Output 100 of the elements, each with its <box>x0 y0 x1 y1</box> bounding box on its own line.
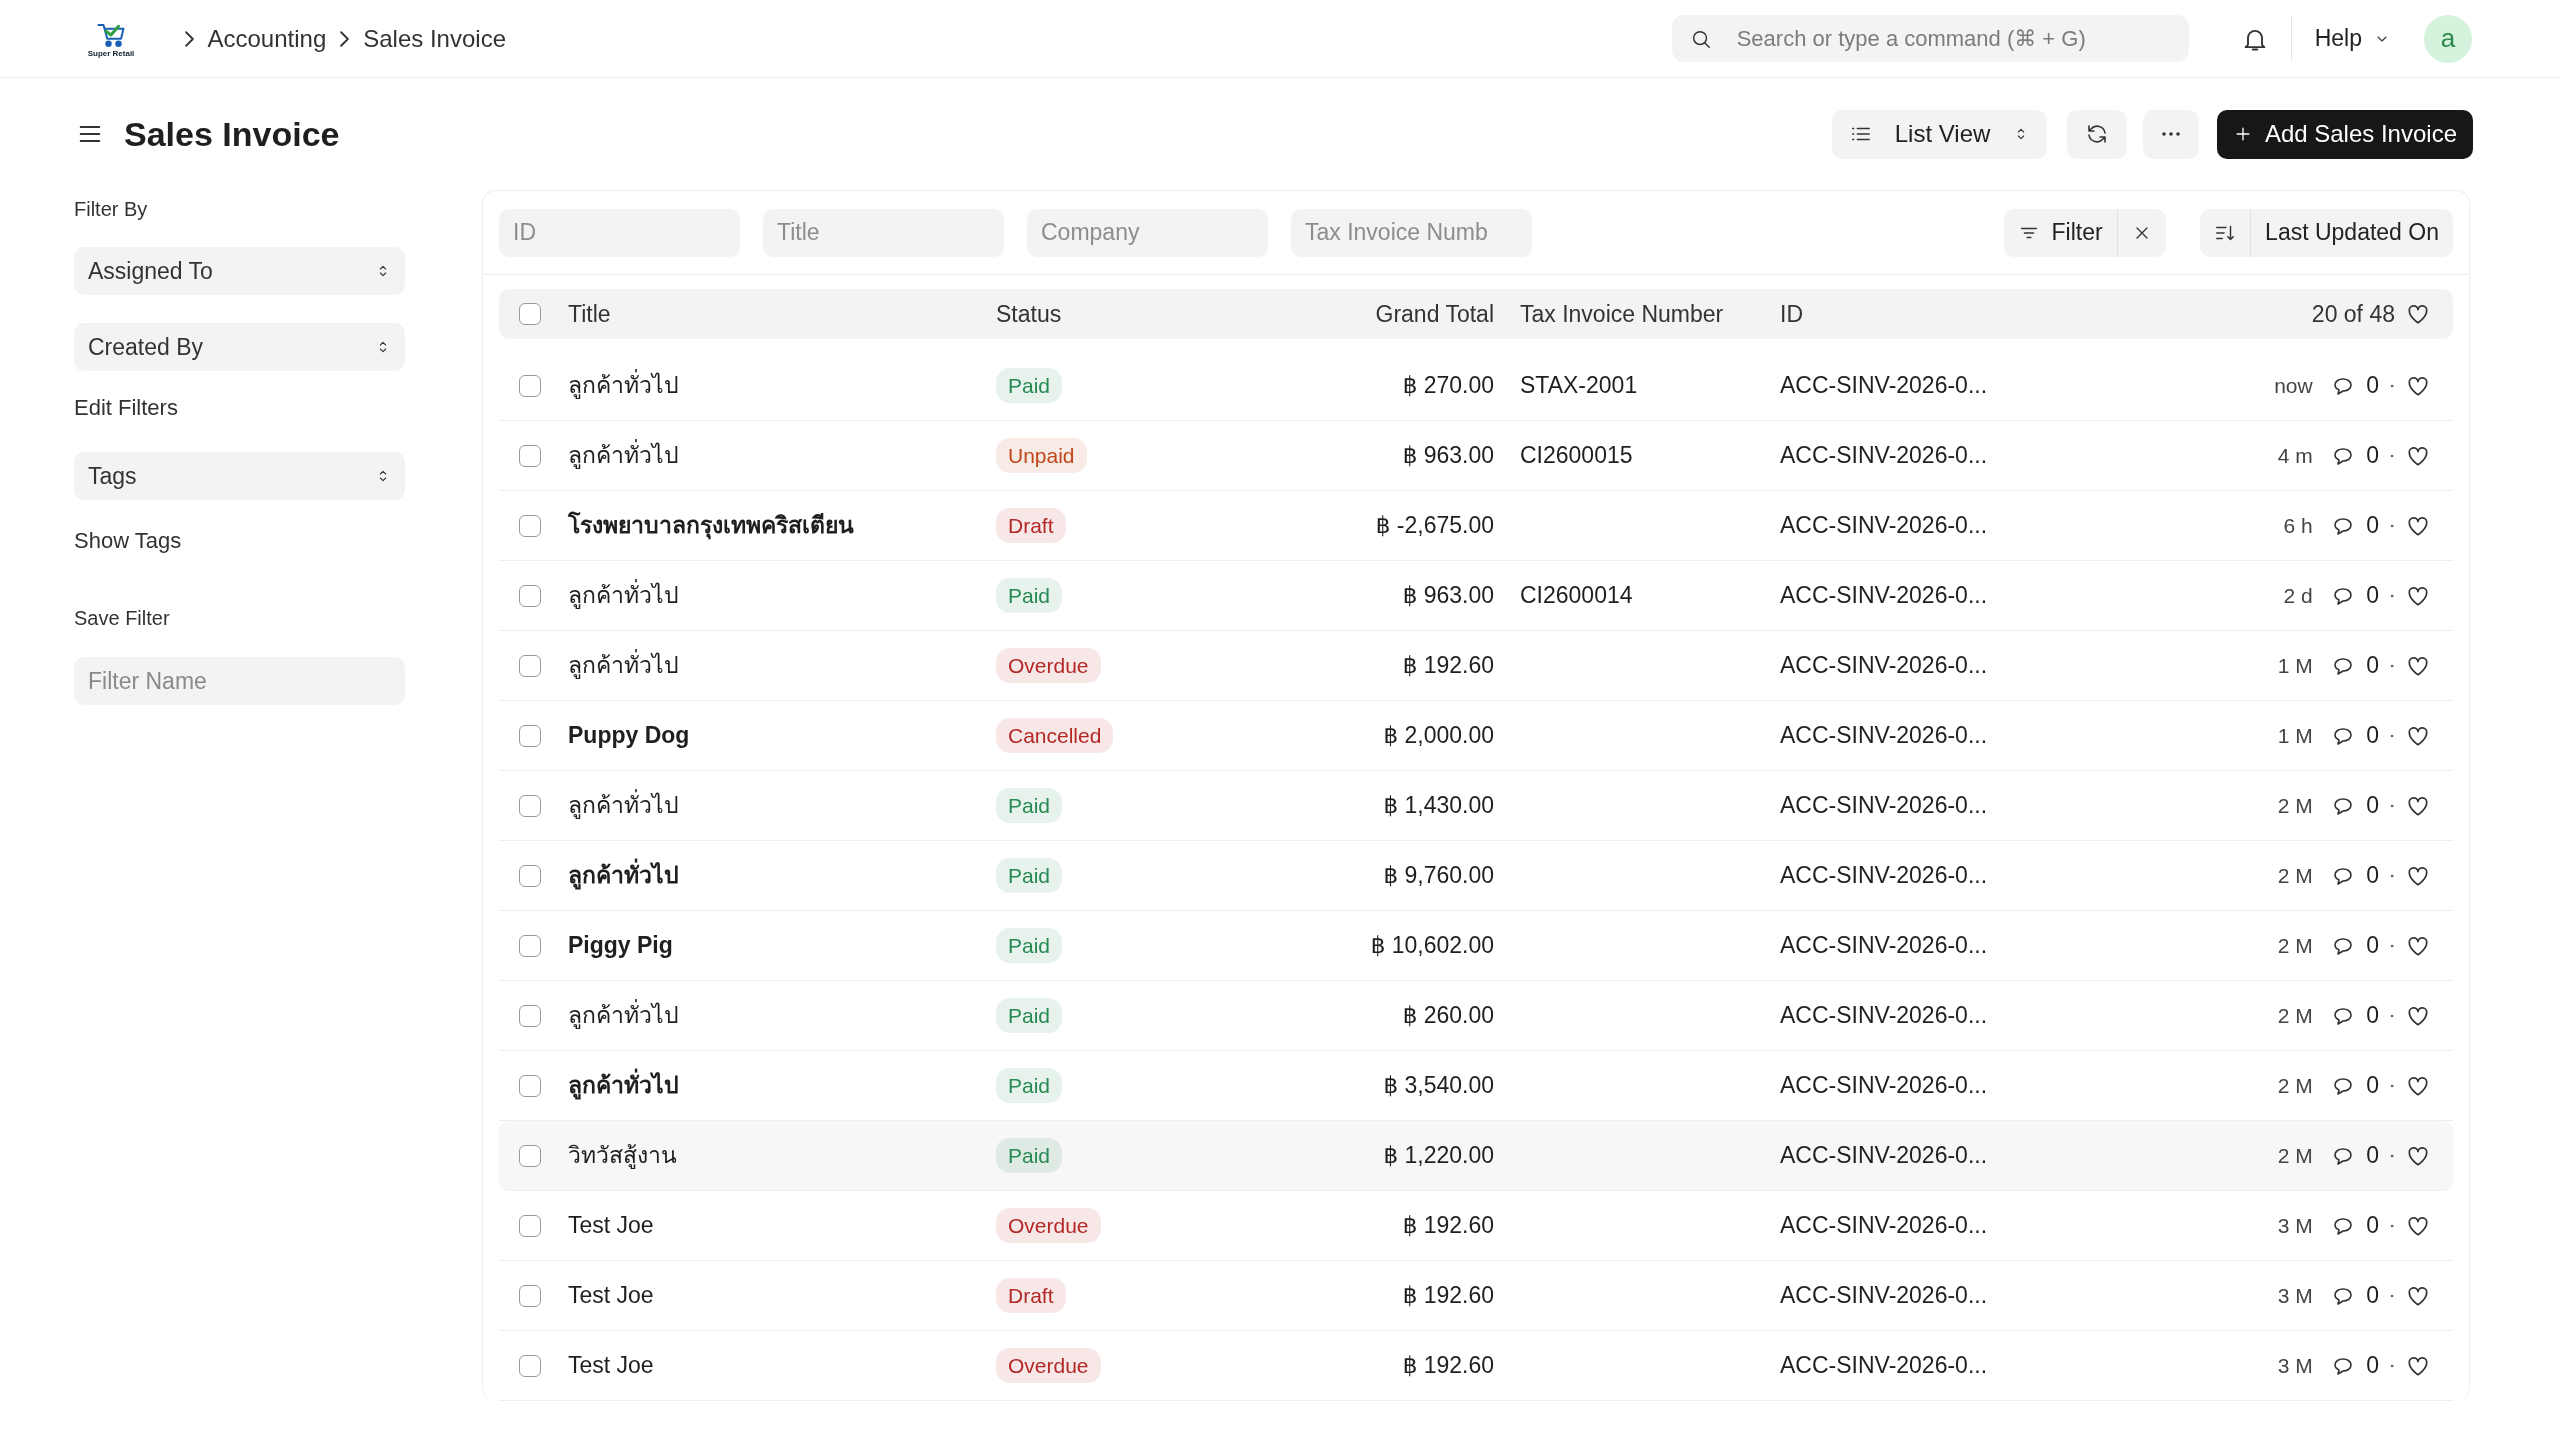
filter-field[interactable]: Company <box>1027 208 1268 257</box>
status-indicator: Paid <box>996 787 1063 824</box>
refresh-button[interactable] <box>2067 109 2128 159</box>
table-cell: ฿ 192.60 <box>1402 1282 1494 1309</box>
modified-time: 2 M <box>2277 1142 2313 1169</box>
table-cell: ฿ 10,602.00 <box>1370 932 1494 959</box>
modified-time: 2 M <box>2277 1002 2313 1029</box>
modified-time: 6 h <box>2283 512 2313 539</box>
column-header[interactable]: Grand Total <box>1278 296 1494 332</box>
row-checkbox[interactable] <box>519 1004 541 1027</box>
row-checkbox[interactable] <box>519 864 541 887</box>
search-field[interactable]: Search or type a command (⌘ + G) <box>1734 16 2171 61</box>
search-bar[interactable]: Search or type a command (⌘ + G) <box>1671 15 2189 62</box>
filter-dropdown[interactable]: Assigned To <box>74 247 405 295</box>
table-cell: ACC-SINV-2026-0... <box>1780 652 1988 679</box>
row-checkbox[interactable] <box>519 1354 541 1377</box>
table-cell: ACC-SINV-2026-0... <box>1780 792 1988 819</box>
row-checkbox[interactable] <box>519 654 541 677</box>
modified-time: 2 M <box>2277 862 2313 889</box>
filter-field[interactable]: Tax Invoice Numb <box>1291 208 1532 257</box>
row-checkbox[interactable] <box>519 1074 541 1097</box>
status-indicator: Overdue <box>996 647 1101 684</box>
table-cell: ACC-SINV-2026-0... <box>1780 442 1988 469</box>
add-button[interactable]: Add Sales Invoice <box>2217 109 2473 159</box>
table-cell: ACC-SINV-2026-0... <box>1780 1212 1988 1239</box>
table-cell: CI2600015 <box>1520 442 1633 469</box>
table-row[interactable]: โรงพยาบาลกรุงเทพคริสเตียน Draft ฿ -2,675.00 ACC-SINV-2026-0... 6 h 0 <box>499 491 2453 561</box>
row-checkbox[interactable] <box>519 1214 541 1237</box>
table-row[interactable]: ลูกค้าทั่วไป Unpaid ฿ 963.00 CI2600015 ACC-SINV-2026-0... 4 m 0 <box>499 421 2453 491</box>
column-header[interactable]: Status <box>996 296 1278 332</box>
table-row[interactable]: Piggy Pig Paid ฿ 10,602.00 ACC-SINV-2026-0... 2 M 0 <box>499 911 2453 981</box>
modified-time: 2 M <box>2277 932 2313 959</box>
title-link[interactable]: วิทวัสสู้งาน <box>568 1142 677 1169</box>
edit-filters-link[interactable]: Edit Filters <box>74 391 405 424</box>
column-header[interactable]: Tax Invoice Number <box>1494 296 1780 332</box>
logo-text: Super Retail <box>87 49 135 58</box>
filter-name-field[interactable]: Filter Name <box>74 657 405 705</box>
more-icon <box>2161 132 2182 136</box>
table-row[interactable]: Puppy Dog Cancelled ฿ 2,000.00 ACC-SINV-2026-0... 1 M 0 <box>499 701 2453 771</box>
title-link[interactable]: Test Joe <box>568 1282 654 1309</box>
comment-count: 0 <box>2366 1211 2379 1241</box>
row-checkbox[interactable] <box>519 934 541 957</box>
row-checkbox[interactable] <box>519 724 541 747</box>
tags-dropdown[interactable]: Tags <box>74 452 405 500</box>
comment-count: 0 <box>2366 1351 2379 1381</box>
table-row[interactable]: Test Joe Draft ฿ 192.60 ACC-SINV-2026-0... 3 M 0 <box>499 1261 2453 1331</box>
row-checkbox[interactable] <box>519 1284 541 1307</box>
table-row[interactable]: ลูกค้าทั่วไป Paid ฿ 270.00 STAX-2001 ACC-SINV-2026-0... now 0 <box>499 351 2453 421</box>
help-menu[interactable]: Help <box>2314 21 2390 56</box>
table-row[interactable]: ลูกค้าทั่วไป Paid ฿ 1,430.00 ACC-SINV-2026-0... 2 M 0 <box>499 771 2453 841</box>
table-cell: ฿ 963.00 <box>1402 582 1494 609</box>
comment-count: 0 <box>2366 1141 2379 1171</box>
status-indicator: Paid <box>996 927 1063 964</box>
row-checkbox[interactable] <box>519 444 541 467</box>
table-cell: CI2600014 <box>1520 582 1633 609</box>
section-label: Filter By <box>74 197 149 222</box>
table-row[interactable]: ลูกค้าทั่วไป Paid ฿ 260.00 ACC-SINV-2026-0... 2 M 0 <box>499 981 2453 1051</box>
row-checkbox[interactable] <box>519 584 541 607</box>
comment-count: 0 <box>2366 581 2379 611</box>
status-indicator: Paid <box>996 997 1063 1034</box>
filter-dropdown[interactable]: Created By <box>74 323 405 371</box>
table-row[interactable]: Test Joe Overdue ฿ 192.60 ACC-SINV-2026-0... 3 M 0 <box>499 1191 2453 1261</box>
table-row[interactable]: ลูกค้าทั่วไป Overdue ฿ 192.60 ACC-SINV-2026-0... 1 M 0 <box>499 631 2453 701</box>
comment-count: 0 <box>2366 721 2379 751</box>
column-header[interactable]: Title <box>568 296 996 332</box>
breadcrumb-link[interactable]: Sales Invoice <box>363 20 506 57</box>
title-link[interactable]: โรงพยาบาลกรุงเทพคริสเตียน <box>568 512 854 539</box>
table-cell: ACC-SINV-2026-0... <box>1780 1072 1988 1099</box>
select-all-checkbox[interactable] <box>519 303 541 325</box>
page-title: Sales Invoice <box>124 113 340 155</box>
view-switcher[interactable]: List View <box>1831 109 2048 159</box>
row-checkbox[interactable] <box>519 514 541 537</box>
row-checkbox[interactable] <box>519 794 541 817</box>
table-cell: ฿ 1,220.00 <box>1383 1142 1494 1169</box>
row-checkbox[interactable] <box>519 374 541 397</box>
filter-field[interactable]: ID <box>499 208 740 257</box>
breadcrumb-link[interactable]: Accounting <box>207 20 327 57</box>
show-tags-link[interactable]: Show Tags <box>74 524 405 557</box>
chevron-right-icon <box>184 30 194 47</box>
record-count: 20 of 48 <box>2311 299 2395 329</box>
table-row[interactable]: ลูกค้าทั่วไป Paid ฿ 963.00 CI2600014 ACC-SINV-2026-0... 2 d 0 <box>499 561 2453 631</box>
dot-icon <box>2389 522 2395 529</box>
table-cell: ฿ 3,540.00 <box>1383 1072 1494 1099</box>
avatar[interactable]: a <box>2424 14 2472 63</box>
highlighted-row[interactable]: วิทวัสสู้งาน Paid ฿ 1,220.00 ACC-SINV-2026-0... 2 M 0 <box>499 1121 2453 1191</box>
table-row[interactable]: ลูกค้าทั่วไป Paid ฿ 9,760.00 ACC-SINV-2026-0... 2 M 0 <box>499 841 2453 911</box>
modified-time: 1 M <box>2277 652 2313 679</box>
title-link[interactable]: Piggy Pig <box>568 932 673 959</box>
table-cell: ฿ 260.00 <box>1402 1002 1494 1029</box>
dot-icon <box>2389 1082 2395 1089</box>
row-checkbox[interactable] <box>519 1144 541 1167</box>
table-row[interactable]: Test Joe Overdue ฿ 192.60 ACC-SINV-2026-0... 3 M 0 <box>499 1331 2453 1401</box>
title-link[interactable]: Test Joe <box>568 1352 654 1379</box>
column-header[interactable]: ID <box>1780 296 2100 332</box>
comment-count: 0 <box>2366 1001 2379 1031</box>
status-indicator: Paid <box>996 857 1063 894</box>
table-cell: ฿ 270.00 <box>1402 372 1494 399</box>
title-link[interactable]: Puppy Dog <box>568 722 690 749</box>
filter-field[interactable]: Title <box>763 208 1004 257</box>
title-link[interactable]: Test Joe <box>568 1212 654 1239</box>
